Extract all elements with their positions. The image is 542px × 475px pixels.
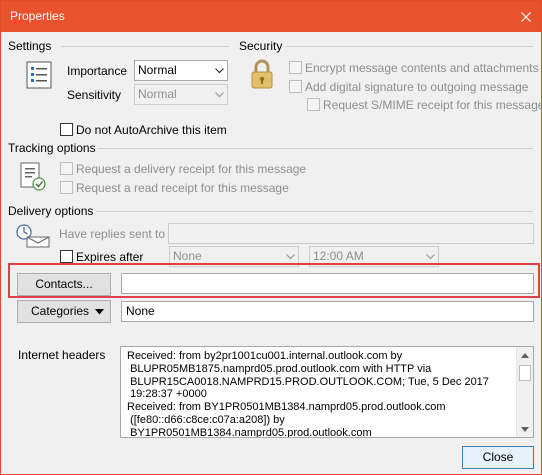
scroll-down-icon[interactable] xyxy=(517,421,533,437)
sensitivity-value: Normal xyxy=(138,87,177,101)
close-button[interactable]: Close xyxy=(462,446,534,469)
contacts-field[interactable] xyxy=(121,273,534,294)
tracking-receipt-icon xyxy=(20,162,46,191)
categories-value: None xyxy=(126,304,155,318)
chevron-down-icon xyxy=(211,85,227,104)
delivery-group-label: Delivery options xyxy=(8,204,94,218)
settings-group-label: Settings xyxy=(8,39,52,53)
digital-signature-label: Add digital signature to outgoing messag… xyxy=(305,80,529,94)
expires-time-value: 12:00 AM xyxy=(313,249,364,263)
title-bar[interactable]: Properties xyxy=(1,1,541,32)
sensitivity-label: Sensitivity xyxy=(67,88,122,102)
importance-select[interactable]: Normal xyxy=(134,60,228,81)
internet-headers-text[interactable]: Received: from by2pr1001cu001.internal.o… xyxy=(127,350,515,437)
sensitivity-select[interactable]: Normal xyxy=(134,84,228,105)
delivery-clock-icon xyxy=(16,224,50,248)
dialog-title: Properties xyxy=(10,9,65,23)
expires-checkbox[interactable] xyxy=(60,250,73,263)
lock-icon xyxy=(251,59,273,89)
tracking-group-label: Tracking options xyxy=(8,141,96,155)
scroll-thumb[interactable] xyxy=(519,365,531,381)
properties-dialog: Properties Settings Importance Normal Se… xyxy=(0,0,542,475)
digital-signature-checkbox[interactable] xyxy=(289,80,302,93)
internet-headers-box[interactable]: Received: from by2pr1001cu001.internal.o… xyxy=(120,346,534,438)
replies-label: Have replies sent to xyxy=(59,227,166,241)
internet-headers-label: Internet headers xyxy=(18,348,106,362)
delivery-receipt-checkbox[interactable] xyxy=(60,162,73,175)
smime-receipt-checkbox[interactable] xyxy=(307,98,320,111)
smime-receipt-label: Request S/MIME receipt for this message xyxy=(323,98,542,112)
tracking-divider xyxy=(98,148,533,149)
importance-label: Importance xyxy=(67,64,128,78)
autoarchive-checkbox[interactable] xyxy=(60,123,73,136)
replies-field[interactable] xyxy=(168,223,534,244)
delivery-divider xyxy=(96,211,533,212)
settings-divider xyxy=(61,46,229,47)
expires-label: Expires after xyxy=(76,250,144,264)
delivery-receipt-label: Request a delivery receipt for this mess… xyxy=(76,162,307,176)
contacts-button[interactable]: Contacts... xyxy=(17,273,111,296)
close-window-button[interactable] xyxy=(511,1,541,32)
security-group-label: Security xyxy=(239,39,283,53)
caret-down-icon xyxy=(95,309,104,315)
importance-value: Normal xyxy=(138,63,177,77)
read-receipt-label: Request a read receipt for this message xyxy=(76,181,289,195)
encrypt-label: Encrypt message contents and attachments xyxy=(305,61,539,75)
settings-list-icon xyxy=(26,61,52,89)
close-icon xyxy=(521,11,531,22)
autoarchive-label: Do not AutoArchive this item xyxy=(76,123,227,137)
expires-date-value: None xyxy=(173,249,202,263)
categories-field[interactable]: None xyxy=(121,301,534,322)
headers-scrollbar[interactable] xyxy=(516,347,533,437)
scroll-up-icon[interactable] xyxy=(517,347,533,363)
categories-button-label: Categories xyxy=(31,304,90,318)
chevron-down-icon xyxy=(211,61,227,80)
categories-button[interactable]: Categories xyxy=(17,300,111,323)
security-divider xyxy=(286,46,533,47)
encrypt-checkbox[interactable] xyxy=(289,61,302,74)
read-receipt-checkbox[interactable] xyxy=(60,181,73,194)
